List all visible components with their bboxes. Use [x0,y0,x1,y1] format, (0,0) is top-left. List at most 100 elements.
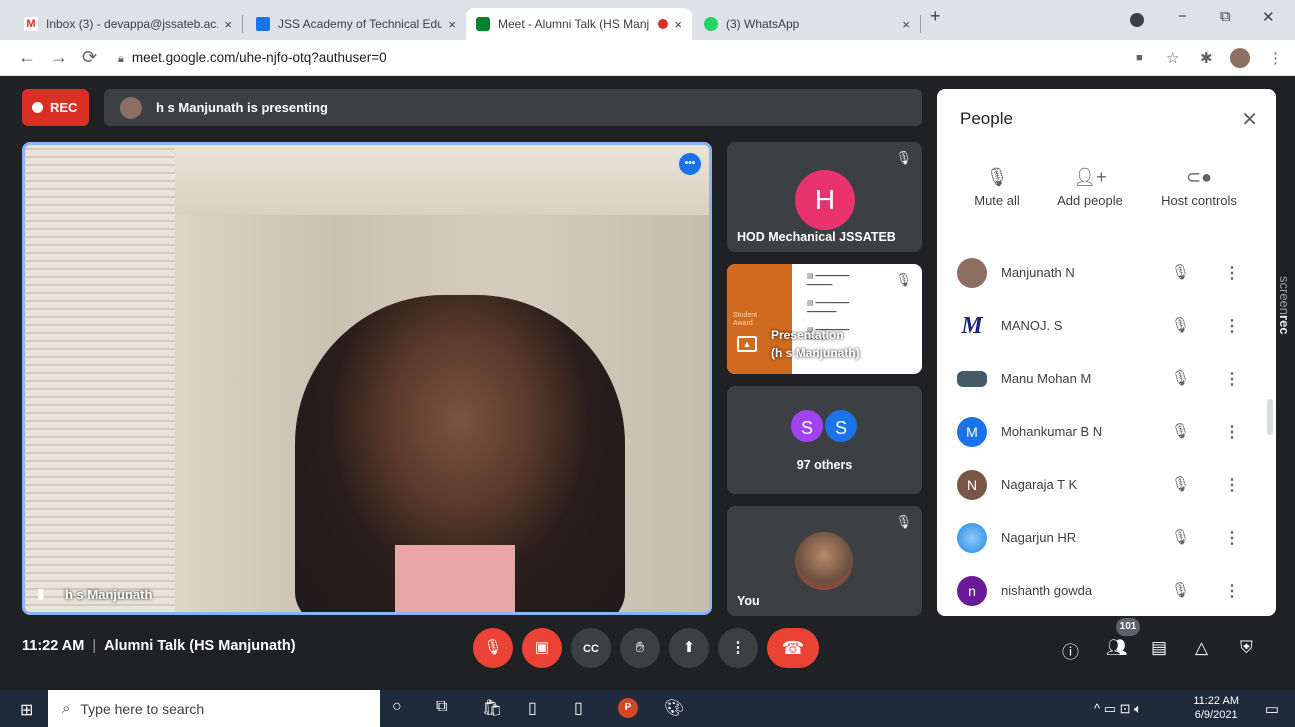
close-panel-icon[interactable]: ✕ [1241,107,1258,132]
speaking-indicator-icon: ••• [679,153,701,175]
participant-row[interactable]: N Nagaraja T K 🎙︎ ⋮ [937,459,1276,512]
present-icon: ⬆ [682,639,696,656]
presentation-tile[interactable]: Student Award ▤ ━━━━━━━━ ━━━━━━ ▤ ━━━━━━━━… [727,264,922,374]
more-options-icon[interactable]: ⋮ [1224,316,1240,336]
more-options-icon[interactable]: ⋮ [1224,475,1240,495]
windows-start-icon[interactable]: ⊞ [20,700,33,720]
panel-scrollbar[interactable] [1267,399,1273,435]
rec-label: REC [50,100,78,115]
presenter-avatar [120,96,142,119]
room-ceiling [175,145,709,215]
recording-dot-icon [658,19,669,29]
meeting-info: 11:22 AM | Alumni Talk (HS Manjunath) [22,638,296,654]
people-icon[interactable]: 👥︎ [1106,638,1128,658]
activities-icon[interactable]: △ [1195,638,1208,658]
more-options-icon[interactable]: ⋮ [1224,263,1240,283]
tab-title: (3) WhatsApp [726,17,800,31]
profile-menu-icon[interactable] [1130,13,1144,27]
participant-row[interactable]: Nagarjun HR 🎙︎ ⋮ [937,512,1276,565]
more-options-icon[interactable]: ⋮ [1224,581,1240,601]
file-icon[interactable]: ▯ [528,698,537,718]
minimize-button[interactable]: − [1178,8,1187,25]
mic-off-icon[interactable]: 🎙︎ [1171,316,1190,334]
mic-off-icon[interactable]: 🎙︎ [1171,528,1190,546]
close-tab-icon[interactable]: × [674,17,682,32]
lock-icon: 🔒︎ [118,53,124,65]
mic-toggle-button[interactable]: 🎙︎ [473,628,513,668]
mic-off-icon[interactable]: 🎙︎ [1171,422,1190,440]
taskbar-clock[interactable]: 11:22 AM 6/9/2021 [1193,694,1239,722]
system-tray-icons[interactable]: ^ ▭ ⊡ 🔈︎ [1094,701,1142,717]
tab-title: JSS Academy of Technical Educat [278,17,443,31]
mic-off-icon[interactable]: 🎙︎ [1171,263,1190,281]
more-options-icon[interactable]: ⋮ [1224,369,1240,389]
host-shield-icon[interactable]: ⛨ [1240,638,1253,658]
profile-avatar[interactable] [1230,48,1250,68]
main-video-tile[interactable]: ••• ▮ h s Manjunath [22,142,712,615]
participant-avatar: n [957,576,987,606]
present-button[interactable]: ⬆ [669,628,709,668]
captions-button[interactable]: CC [571,628,611,668]
close-window-button[interactable]: ✕ [1262,8,1275,26]
meet-icon [476,17,490,31]
search-placeholder: Type here to search [80,700,205,717]
participant-avatar [957,523,987,553]
url-field[interactable]: 🔒︎ meet.google.com/uhe-njfo-otq?authuser=… [118,47,1118,69]
participant-row[interactable]: M MANOJ. S 🎙︎ ⋮ [937,300,1276,353]
participant-name: Mohankumar B N [1001,424,1103,439]
add-people-button[interactable]: 👤︎+ Add people [1040,167,1140,208]
participant-avatar: M [957,311,987,341]
pin-icon[interactable]: ▮ [37,585,45,602]
file-icon[interactable]: ▯ [574,698,583,718]
end-call-button[interactable]: ☎︎ [767,628,819,668]
participant-row[interactable]: M Mohankumar B N 🎙︎ ⋮ [937,406,1276,459]
back-icon[interactable]: ← [18,47,36,68]
tab-meet[interactable]: Meet - Alumni Talk (HS Manj × [466,8,692,40]
store-icon[interactable]: 🛍︎ [482,698,502,718]
more-menu-icon[interactable]: ⋮ [1268,49,1283,67]
tab-whatsapp[interactable]: (3) WhatsApp × [694,8,920,40]
close-tab-icon[interactable]: × [224,17,232,32]
more-options-button[interactable]: ⋮ [718,628,758,668]
task-view-icon[interactable]: ⧉ [436,698,447,716]
raise-hand-button[interactable]: ✋︎ [620,628,660,668]
chat-icon[interactable]: ▤ [1151,638,1167,658]
new-tab-button[interactable]: + [930,6,941,27]
participant-name: Manjunath N [1001,265,1075,280]
participant-row[interactable]: Manu Mohan M 🎙︎ ⋮ [937,353,1276,406]
maximize-button[interactable]: ⧉ [1220,8,1231,25]
camera-toggle-button[interactable]: ▣ [522,628,562,668]
tab-gmail[interactable]: M Inbox (3) - devappa@jssateb.ac.i × [14,8,242,40]
participant-tile-hod[interactable]: 🎙︎ H HOD Mechanical JSSATEB [727,142,922,252]
participant-avatar: M [957,417,987,447]
notification-icon[interactable]: ▭ [1265,700,1279,718]
mic-off-icon[interactable]: 🎙︎ [1171,581,1190,599]
tab-title: Inbox (3) - devappa@jssateb.ac.i [46,17,219,31]
meeting-details-icon[interactable]: ⓘ [1062,638,1079,663]
tab-jss[interactable]: JSS Academy of Technical Educat × [246,8,466,40]
mute-all-button[interactable]: 🎙︎ Mute all [947,167,1047,208]
tab-divider [920,15,921,33]
meeting-time: 11:22 AM [22,638,85,654]
reload-icon[interactable]: ⟳ [82,47,97,68]
paint-icon[interactable]: 🎨︎ [664,698,684,718]
mic-off-icon[interactable]: 🎙︎ [1171,475,1190,493]
more-options-icon[interactable]: ⋮ [1224,528,1240,548]
close-tab-icon[interactable]: × [448,17,456,32]
forward-icon[interactable]: → [50,47,68,68]
mic-off-icon[interactable]: 🎙︎ [1171,369,1190,387]
self-view-tile[interactable]: 🎙︎ You [727,506,922,616]
close-tab-icon[interactable]: × [902,17,910,32]
more-options-icon[interactable]: ⋮ [1224,422,1240,442]
host-controls-button[interactable]: ⊂● Host controls [1149,167,1249,208]
participant-row[interactable]: Manjunath N 🎙︎ ⋮ [937,247,1276,300]
taskbar-search-input[interactable]: ⌕ Type here to search [48,690,380,727]
cortana-icon[interactable]: ○ [392,698,402,716]
bookmark-star-icon[interactable]: ☆ [1166,49,1179,67]
extensions-icon[interactable]: ✱ [1200,49,1213,67]
hand-icon: ✋︎ [635,639,645,656]
others-tile[interactable]: S S 97 others [727,386,922,494]
camera-icon[interactable]: ■ [1136,52,1143,64]
powerpoint-icon[interactable]: P [618,698,638,718]
divider: | [92,638,97,654]
